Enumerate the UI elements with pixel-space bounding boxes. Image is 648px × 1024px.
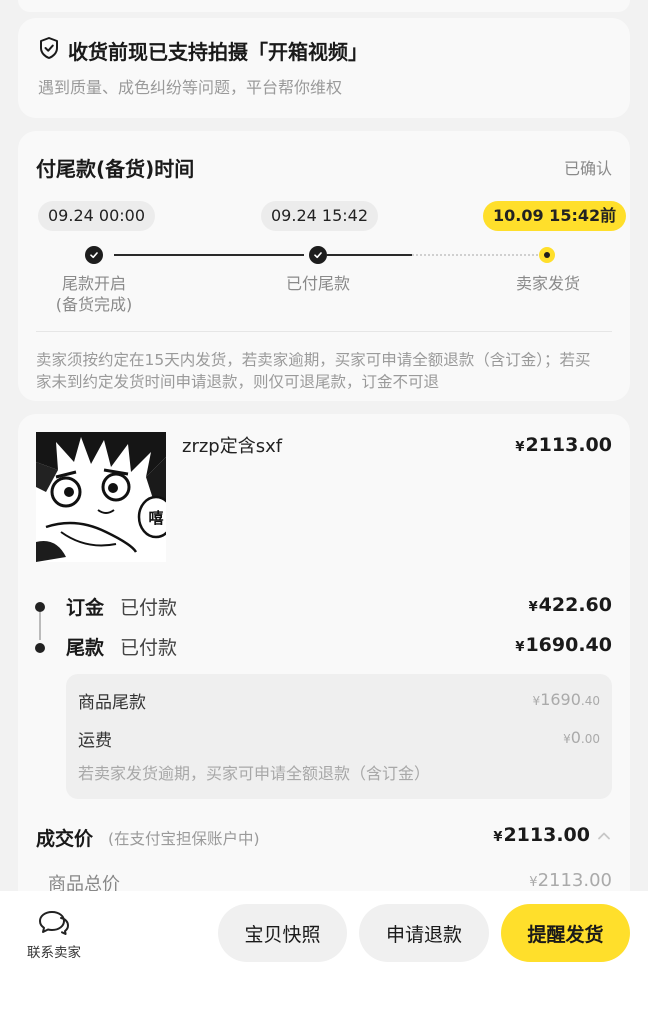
- deposit-label: 订金: [66, 597, 105, 619]
- balance-detail-box: 商品尾款 ¥1690.40 运费 ¥0.00 若卖家发货逾期，买家可申请全额退款…: [66, 674, 612, 799]
- unboxing-video-title-text: 收货前现已支持拍摄「开箱视频」: [68, 40, 368, 64]
- step-2-label: 已付尾款: [285, 274, 350, 293]
- detail-note: 若卖家发货逾期，买家可申请全额退款（含订金）: [78, 764, 431, 783]
- product-price-value: 2113.00: [525, 434, 612, 456]
- timeline-status: 已确认: [563, 159, 612, 178]
- step-3-pending-dot-icon: [539, 247, 555, 263]
- detail-goods-balance-label: 商品尾款: [78, 693, 146, 713]
- deposit-dot-icon: [35, 602, 45, 612]
- step-2-check-icon: [309, 246, 327, 264]
- timeline-line-pending: [412, 254, 538, 256]
- previous-card-edge: [18, 0, 630, 12]
- deal-price-sub: (在支付宝担保账户中): [108, 830, 260, 848]
- goods-total-amount: ¥2113.00: [529, 870, 612, 891]
- product-price: ¥2113.00: [515, 434, 612, 456]
- deal-price-value: 2113.00: [503, 824, 590, 846]
- goods-total-value: 2113.00: [537, 870, 612, 891]
- payment-timeline-card: 付尾款(备货)时间 已确认 09.24 00:00 09.24 15:42 10…: [18, 131, 630, 401]
- shield-check-icon: [38, 36, 60, 65]
- currency-symbol: ¥: [515, 440, 525, 455]
- deposit-status: 已付款: [120, 597, 178, 619]
- currency-symbol: ¥: [515, 640, 525, 655]
- product-name[interactable]: zrzp定含sxf: [182, 432, 282, 458]
- currency-symbol: ¥: [493, 830, 503, 845]
- step-1-check-icon: [85, 246, 103, 264]
- refund-button[interactable]: 申请退款: [359, 904, 489, 962]
- timeline-line-done: [114, 254, 304, 256]
- contact-seller-button[interactable]: 联系卖家: [22, 909, 86, 961]
- deal-price-label: 成交价: [36, 828, 94, 850]
- timeline-divider: [36, 331, 612, 332]
- balance-amount-value: 1690.40: [525, 634, 612, 656]
- balance-status: 已付款: [120, 637, 178, 659]
- unboxing-video-subtitle: 遇到质量、成色纠纷等问题，平台帮你维权: [38, 78, 343, 97]
- step-3-time: 10.09 15:42前: [483, 201, 627, 231]
- step-1-label-sub: (备货完成): [55, 295, 133, 314]
- step-1-label: 尾款开启 (备货完成): [44, 273, 144, 315]
- remind-shipping-button[interactable]: 提醒发货: [501, 904, 630, 962]
- thumbnail-bubble-text: 嘻: [148, 509, 163, 527]
- chat-bubbles-icon: [39, 911, 69, 935]
- order-detail-card: 嘻 zrzp定含sxf ¥2113.00 订金 已付款 ¥422.60 尾款 已…: [18, 414, 630, 914]
- timeline-title: 付尾款(备货)时间: [36, 157, 195, 181]
- detail-row-goods-balance: 商品尾款 ¥1690.40: [78, 688, 600, 713]
- deposit-amount-value: 422.60: [538, 594, 612, 616]
- detail-shipping-label: 运费: [78, 731, 112, 751]
- balance-dot-icon: [35, 643, 45, 653]
- timeline-note: 卖家须按约定在15天内发货，若卖家逾期，买家可申请全额退款（含订金）；若买家未到…: [36, 351, 591, 391]
- chevron-up-icon[interactable]: [596, 828, 612, 844]
- currency-symbol: ¥: [528, 600, 538, 615]
- currency-symbol: ¥: [529, 875, 538, 890]
- step-3-label: 卖家发货: [515, 274, 580, 293]
- timeline-line-partial: [327, 254, 412, 256]
- product-thumbnail[interactable]: 嘻: [36, 432, 166, 562]
- balance-amount: ¥1690.40: [515, 634, 612, 656]
- unboxing-video-title: 收货前现已支持拍摄「开箱视频」: [38, 36, 368, 65]
- snapshot-button[interactable]: 宝贝快照: [218, 904, 347, 962]
- detail-goods-balance-value: ¥1690.40: [532, 690, 600, 709]
- step-1-label-main: 尾款开启: [61, 274, 126, 293]
- detail-shipping-value: ¥0.00: [563, 728, 600, 747]
- payment-connector: [39, 612, 41, 640]
- detail-row-shipping: 运费 ¥0.00: [78, 726, 600, 751]
- step-1-time: 09.24 00:00: [38, 201, 155, 231]
- contact-seller-label: 联系卖家: [27, 945, 81, 961]
- bottom-action-bar: 联系卖家 宝贝快照 申请退款 提醒发货: [0, 891, 648, 1024]
- deposit-amount: ¥422.60: [529, 594, 612, 616]
- unboxing-video-card[interactable]: 收货前现已支持拍摄「开箱视频」 遇到质量、成色纠纷等问题，平台帮你维权: [18, 18, 630, 118]
- step-2-time: 09.24 15:42: [261, 201, 378, 231]
- balance-label: 尾款: [66, 637, 105, 659]
- deal-price-amount[interactable]: ¥2113.00: [493, 824, 590, 846]
